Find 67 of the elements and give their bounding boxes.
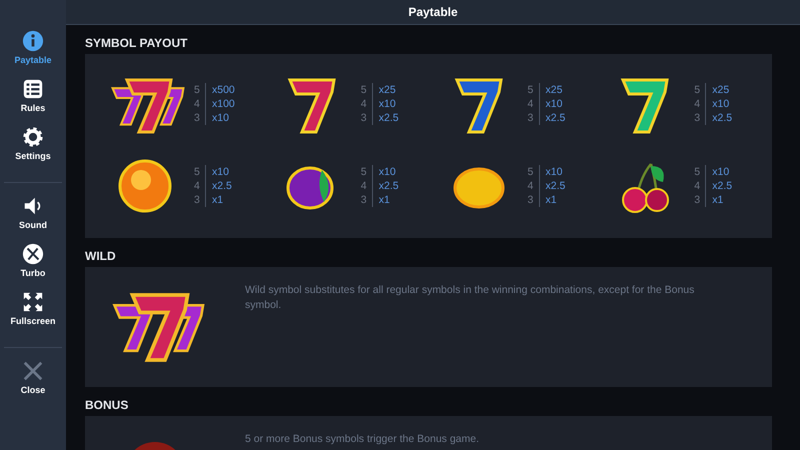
payout-value: x1 <box>544 194 557 206</box>
payout-value: x1 <box>711 194 724 206</box>
payout-value: x2.5 <box>544 112 566 124</box>
close-icon <box>22 360 44 382</box>
symbol-count: 5 <box>360 165 367 179</box>
bonus-description: 5 or more Bonus symbols trigger the Bonus game. <box>245 432 480 447</box>
settings-icon <box>22 126 44 148</box>
payout-value: x10 <box>378 166 396 178</box>
payout-value: x2.5 <box>378 112 399 124</box>
symbol-count: 4 <box>528 179 534 193</box>
symbol-count: 4 <box>694 97 700 111</box>
payout-value: x2.5 <box>711 112 732 124</box>
payout-value: x25 <box>378 84 396 96</box>
payout-value: x100 <box>211 98 235 110</box>
symbol-count: 4 <box>360 97 367 111</box>
symbol-count: 3 <box>528 193 534 207</box>
symbol-count: 3 <box>694 111 700 125</box>
symbol-count: 5 <box>360 83 367 97</box>
symbol-count: 4 <box>528 97 534 111</box>
section-title: BONUS <box>85 398 130 412</box>
fullscreen-icon <box>22 291 44 313</box>
symbol-count: 3 <box>694 193 700 207</box>
payout-value: x10 <box>211 166 229 178</box>
payout-value: x2.5 <box>378 180 399 192</box>
sidebar-item[interactable]: Paytable <box>14 30 52 65</box>
payout-value: x2.5 <box>711 180 732 192</box>
window-title: Paytable <box>408 5 458 19</box>
symbol-count: 4 <box>194 97 200 111</box>
sidebar-item[interactable]: Rules <box>20 78 46 113</box>
payout-value: x1 <box>378 194 390 206</box>
sidebar-item[interactable]: Settings <box>15 126 51 161</box>
sidebar-item[interactable]: Close <box>20 360 46 395</box>
payout-value: x1 <box>211 194 224 206</box>
payout-value: x10 <box>378 98 396 110</box>
section-title: SYMBOL PAYOUT <box>85 36 188 50</box>
symbol-count: 4 <box>194 179 200 193</box>
symbol-count: 5 <box>528 83 534 97</box>
symbol-count: 5 <box>194 165 200 179</box>
symbol-count: 3 <box>194 193 200 207</box>
payout-value: x500 <box>211 84 235 96</box>
symbol-count: 5 <box>694 83 700 97</box>
symbol-count: 4 <box>360 179 367 193</box>
payout-value: x10 <box>711 166 730 178</box>
symbol-count: 5 <box>194 83 200 97</box>
payout-value: x2.5 <box>544 180 566 192</box>
payout-value: x25 <box>544 84 562 96</box>
payout-value: x10 <box>544 166 562 178</box>
sidebar-item[interactable]: Sound <box>19 195 47 230</box>
payout-value: x10 <box>544 98 562 110</box>
payout-value: x2.5 <box>211 180 232 192</box>
list-icon <box>22 78 44 100</box>
payout-value: x10 <box>711 98 730 110</box>
wild-description: Wild symbol substitutes for all regular symbols in the winning combinations, except for the Bonus symbol. <box>245 283 696 313</box>
payout-value: x25 <box>711 84 730 96</box>
sidebar-item[interactable]: Fullscreen <box>10 291 56 326</box>
sidebar-item[interactable]: Turbo <box>20 243 46 278</box>
turbo-icon <box>22 243 44 265</box>
symbol-count: 5 <box>528 165 534 179</box>
symbol-count: 5 <box>694 165 700 179</box>
info-icon <box>22 30 44 52</box>
symbol-count: 3 <box>360 111 367 125</box>
symbol-count: 3 <box>194 111 200 125</box>
payout-value: x10 <box>211 112 229 124</box>
symbol-count: 4 <box>694 179 700 193</box>
symbol-count: 3 <box>528 111 534 125</box>
symbol-count: 3 <box>360 193 367 207</box>
section-title: WILD <box>85 249 117 263</box>
